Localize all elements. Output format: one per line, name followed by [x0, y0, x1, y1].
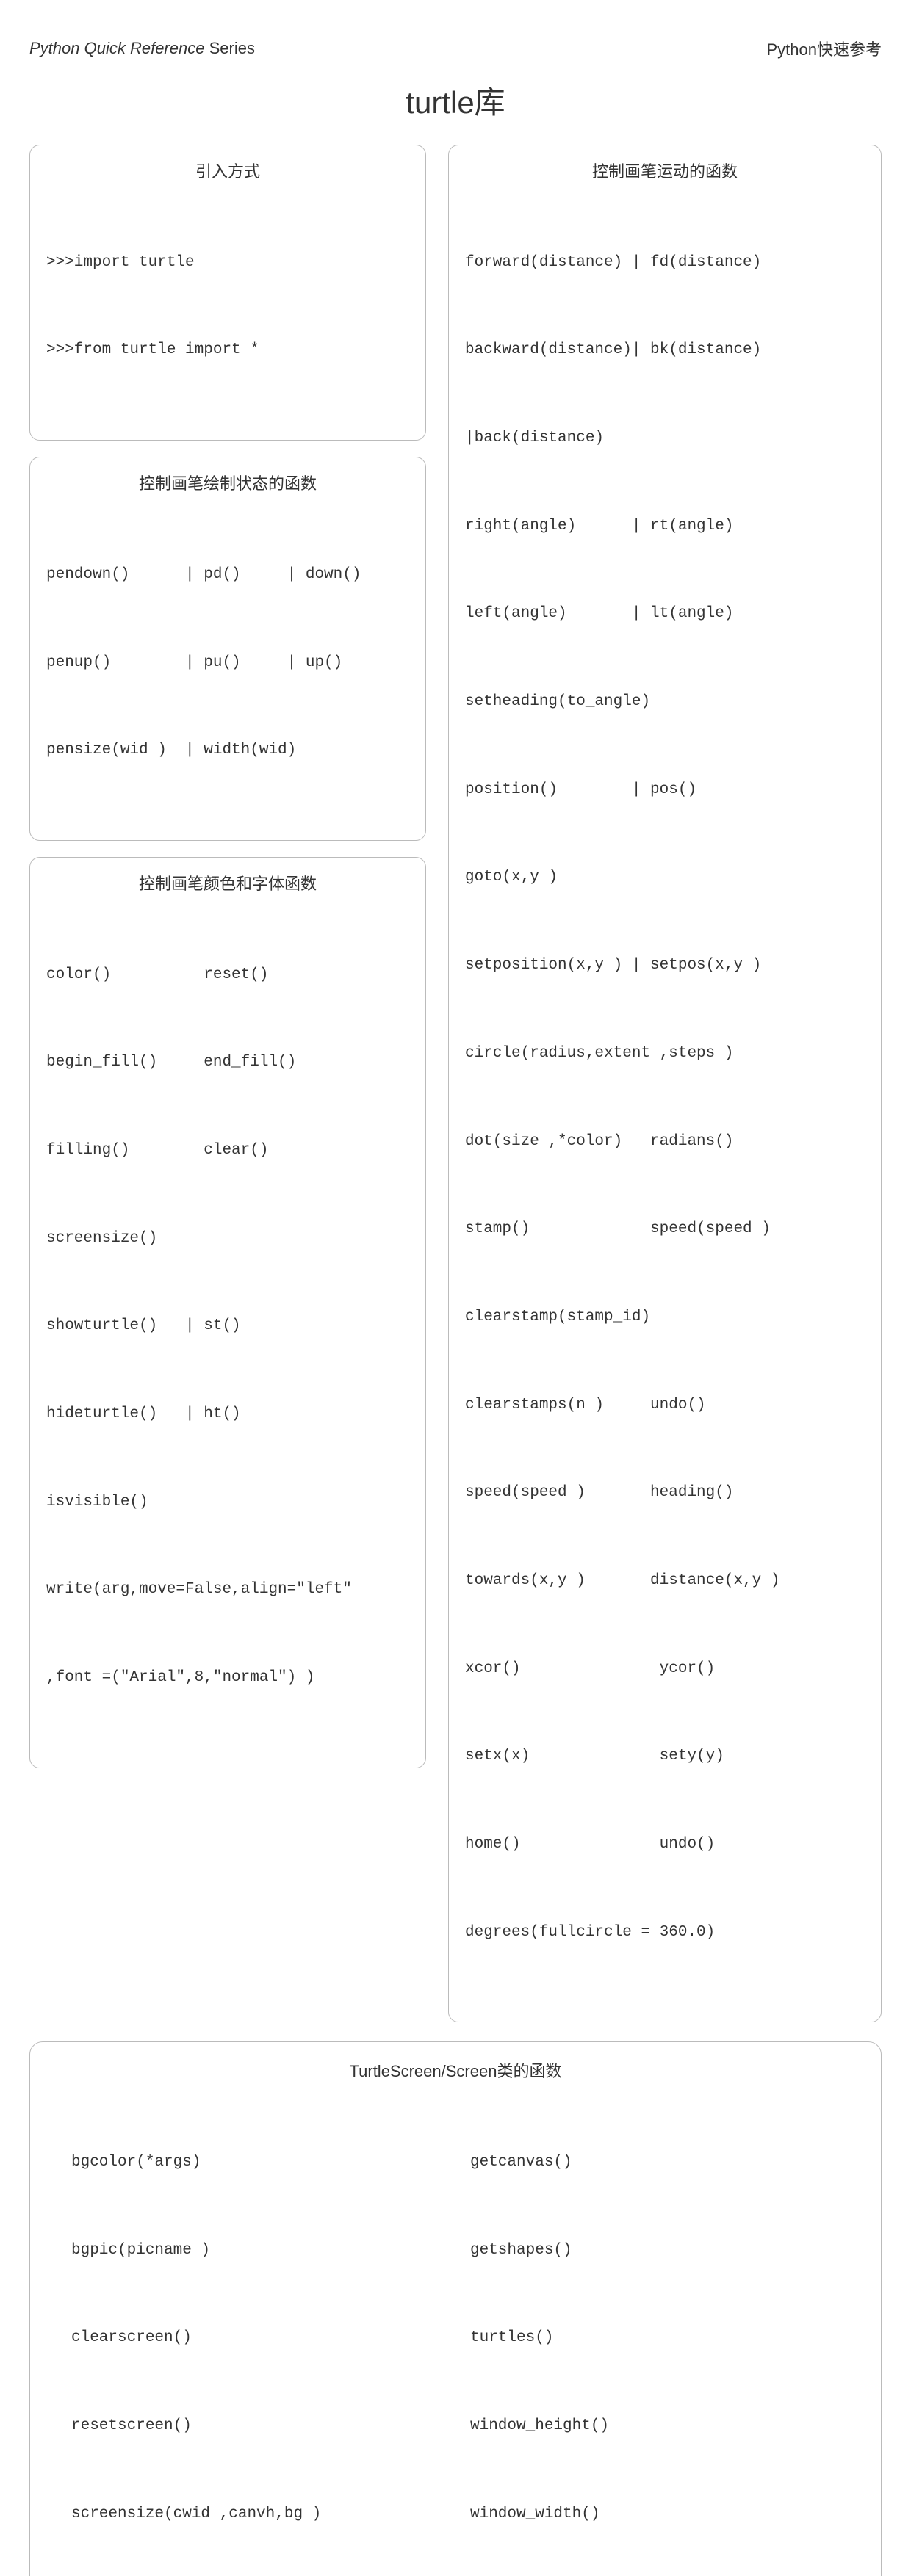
code-line: bgpic(picname )	[71, 2236, 441, 2265]
card-penstate-title: 控制画笔绘制状态的函数	[46, 471, 409, 494]
series-title-regular: Series	[204, 39, 254, 57]
card-motion-body: forward(distance) | fd(distance) backwar…	[465, 189, 865, 2005]
card-motion: 控制画笔运动的函数 forward(distance) | fd(distanc…	[448, 145, 882, 2022]
code-line: showturtle() | st()	[46, 1311, 409, 1341]
code-line: filling() clear()	[46, 1136, 409, 1165]
code-line: resetscreen()	[71, 2412, 441, 2441]
code-line: speed(speed ) heading()	[465, 1478, 865, 1508]
code-line: >>>from turtle import *	[46, 336, 409, 365]
code-line: hideturtle() | ht()	[46, 1400, 409, 1429]
card-colorfont-body: color() reset() begin_fill() end_fill() …	[46, 902, 409, 1751]
code-line: ,font =("Arial",8,"normal") )	[46, 1663, 409, 1693]
card-import-title: 引入方式	[46, 159, 409, 182]
code-line: degrees(fullcircle = 360.0)	[465, 1918, 865, 1947]
code-line: clearstamp(stamp_id)	[465, 1303, 865, 1332]
card-penstate-body: pendown() | pd() | down() penup() | pu()…	[46, 502, 409, 824]
code-line: |back(distance)	[465, 424, 865, 453]
code-line: bgcolor(*args)	[71, 2148, 441, 2177]
code-line: clearscreen()	[71, 2323, 441, 2353]
code-line: dot(size ,*color) radians()	[465, 1127, 865, 1157]
code-line: window_width()	[470, 2500, 840, 2529]
code-line: position() | pos()	[465, 775, 865, 805]
card-screen-title: TurtleScreen/Screen类的函数	[71, 2058, 840, 2082]
code-line: xcor() ycor()	[465, 1654, 865, 1684]
code-line: right(angle) | rt(angle)	[465, 512, 865, 541]
code-line: left(angle) | lt(angle)	[465, 599, 865, 629]
card-colorfont: 控制画笔颜色和字体函数 color() reset() begin_fill()…	[29, 857, 426, 1768]
code-line: screensize(cwid ,canvh,bg )	[71, 2500, 441, 2529]
header-left: Python Quick Reference Series	[29, 39, 255, 58]
card-motion-title: 控制画笔运动的函数	[465, 159, 865, 182]
code-line: setx(x) sety(y)	[465, 1742, 865, 1771]
code-line: pendown() | pd() | down()	[46, 560, 409, 590]
right-column: 控制画笔运动的函数 forward(distance) | fd(distanc…	[448, 145, 882, 2022]
code-line: penup() | pu() | up()	[46, 648, 409, 678]
screen-left-col: bgcolor(*args) bgpic(picname ) clearscre…	[71, 2089, 441, 2576]
code-line: stamp() speed(speed )	[465, 1215, 865, 1244]
main-columns: 引入方式 >>>import turtle >>>from turtle imp…	[29, 145, 882, 2022]
card-screen: TurtleScreen/Screen类的函数 bgcolor(*args) b…	[29, 2041, 882, 2576]
code-line: isvisible()	[46, 1488, 409, 1517]
code-line: setheading(to_angle)	[465, 687, 865, 717]
code-line: begin_fill() end_fill()	[46, 1048, 409, 1077]
header-right: Python快速参考	[767, 37, 882, 60]
left-column: 引入方式 >>>import turtle >>>from turtle imp…	[29, 145, 426, 2022]
code-line: getshapes()	[470, 2236, 840, 2265]
code-line: turtles()	[470, 2323, 840, 2353]
page-title: turtle库	[29, 78, 882, 123]
code-line: clearstamps(n ) undo()	[465, 1391, 865, 1420]
page-header: Python Quick Reference Series Python快速参考	[29, 37, 882, 60]
code-line: setposition(x,y ) | setpos(x,y )	[465, 951, 865, 980]
series-title-italic: Python Quick Reference	[29, 39, 204, 57]
code-line: towards(x,y ) distance(x,y )	[465, 1566, 865, 1596]
code-line: pensize(wid ) | width(wid)	[46, 736, 409, 765]
card-import: 引入方式 >>>import turtle >>>from turtle imp…	[29, 145, 426, 441]
code-line: window_height()	[470, 2412, 840, 2441]
card-import-body: >>>import turtle >>>from turtle import *	[46, 189, 409, 424]
code-line: backward(distance)| bk(distance)	[465, 336, 865, 365]
screen-right-col: getcanvas() getshapes() turtles() window…	[470, 2089, 840, 2576]
code-line: forward(distance) | fd(distance)	[465, 248, 865, 278]
code-line: >>>import turtle	[46, 248, 409, 278]
code-line: screensize()	[46, 1224, 409, 1253]
code-line: home() undo()	[465, 1830, 865, 1859]
code-line: circle(radius,extent ,steps )	[465, 1039, 865, 1068]
card-colorfont-title: 控制画笔颜色和字体函数	[46, 871, 409, 894]
screen-columns: bgcolor(*args) bgpic(picname ) clearscre…	[71, 2089, 840, 2576]
code-line: write(arg,move=False,align="left"	[46, 1575, 409, 1604]
code-line: goto(x,y )	[465, 863, 865, 892]
code-line: color() reset()	[46, 960, 409, 990]
card-penstate: 控制画笔绘制状态的函数 pendown() | pd() | down() pe…	[29, 457, 426, 841]
code-line: getcanvas()	[470, 2148, 840, 2177]
